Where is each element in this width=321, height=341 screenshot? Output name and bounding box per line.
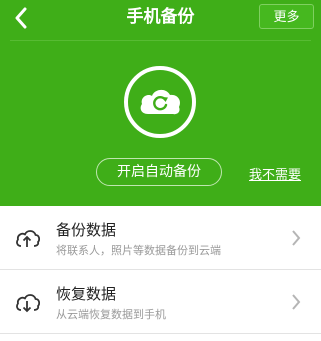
restore-data-row[interactable]: 恢复数据 从云端恢复数据到手机: [0, 270, 321, 334]
chevron-right-icon: [292, 230, 301, 246]
action-list: 备份数据 将联系人，照片等数据备份到云端 恢复数据 从云端恢复数据到手机: [0, 206, 321, 334]
backup-data-row[interactable]: 备份数据 将联系人，照片等数据备份到云端: [0, 206, 321, 270]
chevron-right-icon: [292, 294, 301, 310]
header-panel: 手机备份 更多 开启自动备份 我不需要: [0, 0, 321, 206]
restore-data-title: 恢复数据: [56, 285, 117, 303]
sync-button[interactable]: [124, 66, 196, 138]
backup-data-title: 备份数据: [56, 221, 117, 239]
cloud-upload-icon: [16, 230, 40, 247]
back-button[interactable]: [6, 4, 36, 32]
back-chevron-icon: [15, 7, 27, 29]
cloud-download-icon: [16, 294, 40, 313]
header-divider: [10, 40, 311, 41]
enable-auto-backup-button[interactable]: 开启自动备份: [96, 158, 222, 186]
more-button[interactable]: 更多: [259, 4, 314, 29]
no-need-link[interactable]: 我不需要: [249, 164, 301, 183]
restore-data-subtitle: 从云端恢复数据到手机: [56, 308, 166, 321]
backup-data-subtitle: 将联系人，照片等数据备份到云端: [56, 244, 221, 257]
cloud-sync-icon: [140, 89, 180, 115]
